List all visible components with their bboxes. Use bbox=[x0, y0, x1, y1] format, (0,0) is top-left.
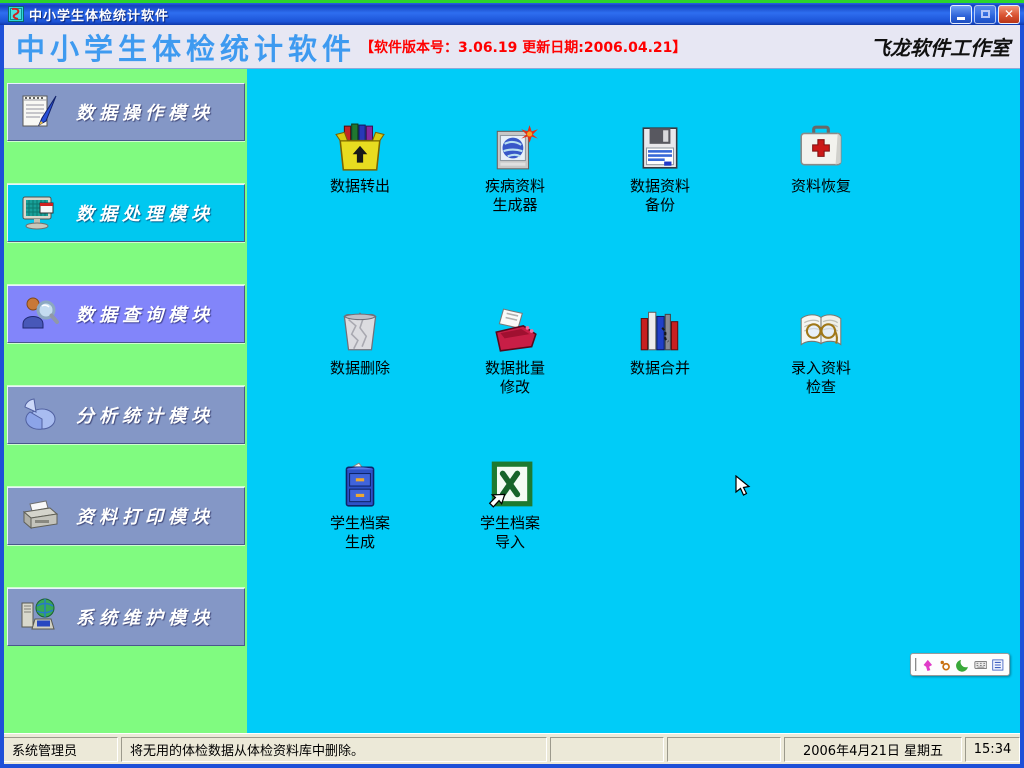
window-border bbox=[0, 25, 4, 768]
window-controls: ✕ bbox=[950, 5, 1020, 24]
launch-item-data-backup[interactable]: 数据资料 备份 bbox=[600, 123, 720, 215]
sidebar-item-label: 系统维护模块 bbox=[76, 604, 214, 630]
app-logo-icon bbox=[8, 6, 24, 22]
monitor-icon bbox=[20, 193, 60, 233]
launch-item-label: 学生档案 bbox=[330, 514, 390, 533]
sidebar-item-data-printing[interactable]: 资料打印模块 bbox=[7, 487, 245, 545]
launch-item-label: 生成 bbox=[330, 533, 390, 552]
person-search-icon bbox=[20, 294, 60, 334]
export-box-icon bbox=[335, 123, 385, 173]
launch-item-label: 生成器 bbox=[485, 196, 545, 215]
launch-item-data-delete[interactable]: 数据删除 bbox=[300, 305, 420, 378]
notepad-pen-icon bbox=[20, 92, 60, 132]
launch-item-disease-generator[interactable]: 疾病资料 生成器 bbox=[455, 123, 575, 215]
launch-item-archive-generate[interactable]: 学生档案 生成 bbox=[300, 460, 420, 552]
header-banner: 中小学生体检统计软件 【软件版本号：3.06.19 更新日期:2006.04.2… bbox=[4, 25, 1020, 69]
sidebar-item-data-processing[interactable]: 数据处理模块 bbox=[7, 184, 245, 242]
launch-item-label: 备份 bbox=[630, 196, 690, 215]
launch-item-label: 数据转出 bbox=[330, 177, 390, 196]
launch-item-label: 导入 bbox=[480, 533, 540, 552]
close-button[interactable]: ✕ bbox=[998, 5, 1020, 24]
status-panel-empty-2 bbox=[667, 737, 781, 762]
minimize-button[interactable] bbox=[950, 5, 972, 24]
maximize-button[interactable] bbox=[974, 5, 996, 24]
maximize-icon bbox=[981, 10, 990, 18]
launch-item-label: 数据合并 bbox=[630, 359, 690, 378]
sidebar-item-label: 资料打印模块 bbox=[76, 503, 214, 529]
drag-handle[interactable] bbox=[915, 658, 917, 671]
excel-import-icon bbox=[485, 460, 535, 510]
computer-globe-icon bbox=[20, 597, 60, 637]
version-info: 【软件版本号：3.06.19 更新日期:2006.04.21】 bbox=[360, 37, 686, 57]
launch-item-label: 资料恢复 bbox=[791, 177, 851, 196]
sidebar-item-label: 数据操作模块 bbox=[76, 99, 214, 125]
launch-item-label: 数据批量 bbox=[485, 359, 545, 378]
status-hint: 将无用的体检数据从体检资料库中删除。 bbox=[121, 737, 547, 762]
menu-icon[interactable] bbox=[991, 657, 1005, 673]
sidebar-spacer bbox=[7, 343, 245, 386]
launch-item-data-export[interactable]: 数据转出 bbox=[300, 123, 420, 196]
books-merge-icon bbox=[635, 305, 685, 355]
page-title: 中小学生体检统计软件 bbox=[16, 26, 356, 68]
sidebar-item-label: 分析统计模块 bbox=[76, 402, 214, 428]
launch-item-label: 学生档案 bbox=[480, 514, 540, 533]
keyboard-icon[interactable] bbox=[974, 657, 988, 673]
window-border bbox=[1020, 25, 1024, 768]
studio-name: 飞龙软件工作室 bbox=[870, 32, 1010, 61]
book-glasses-icon bbox=[796, 305, 846, 355]
window-title: 中小学生体检统计软件 bbox=[29, 5, 169, 24]
sidebar-item-system-maintenance[interactable]: 系统维护模块 bbox=[7, 588, 245, 646]
launch-item-label: 疾病资料 bbox=[485, 177, 545, 196]
file-cabinet-icon bbox=[335, 460, 385, 510]
launch-item-label: 检查 bbox=[791, 378, 851, 397]
main-workspace: 数据转出 疾病资料 生成器 bbox=[247, 69, 1020, 733]
sidebar-item-data-query[interactable]: 数据查询模块 bbox=[7, 285, 245, 343]
fullwidth-toggle-icon[interactable] bbox=[938, 657, 952, 673]
sidebar-item-label: 数据处理模块 bbox=[76, 200, 214, 226]
window-border bbox=[0, 764, 1024, 768]
status-bar: 系统管理员 将无用的体检数据从体检资料库中删除。 2006年4月21日 星期五 … bbox=[0, 733, 1024, 764]
sidebar-item-data-operation[interactable]: 数据操作模块 bbox=[7, 83, 245, 141]
sidebar-spacer bbox=[7, 545, 245, 588]
floppy-disk-icon bbox=[635, 123, 685, 173]
sidebar-spacer bbox=[7, 141, 245, 184]
ime-logo-icon[interactable] bbox=[921, 657, 935, 673]
ime-language-bar[interactable] bbox=[910, 653, 1010, 676]
batch-modify-icon bbox=[490, 305, 540, 355]
status-date: 2006年4月21日 星期五 bbox=[784, 737, 962, 762]
disease-generator-icon bbox=[490, 123, 540, 173]
first-aid-kit-icon bbox=[796, 123, 846, 173]
sidebar-spacer bbox=[7, 444, 245, 487]
launch-item-batch-modify[interactable]: 数据批量 修改 bbox=[455, 305, 575, 397]
sidebar-item-label: 数据查询模块 bbox=[76, 301, 214, 327]
minimize-icon bbox=[957, 17, 965, 20]
close-icon: ✕ bbox=[1004, 8, 1014, 20]
status-user: 系统管理员 bbox=[3, 737, 118, 762]
mouse-cursor bbox=[734, 475, 756, 497]
launch-item-label: 录入资料 bbox=[791, 359, 851, 378]
application-window: 中小学生体检统计软件 ✕ 中小学生体检统计软件 【软件版本号：3.06.19 更… bbox=[0, 0, 1024, 768]
sidebar-item-analysis-statistics[interactable]: 分析统计模块 bbox=[7, 386, 245, 444]
launch-item-label: 修改 bbox=[485, 378, 545, 397]
trash-can-icon bbox=[335, 305, 385, 355]
sidebar-spacer bbox=[7, 242, 245, 285]
softkeyboard-icon[interactable] bbox=[956, 657, 970, 673]
printer-icon bbox=[20, 496, 60, 536]
status-panel-empty-1 bbox=[550, 737, 664, 762]
title-bar[interactable]: 中小学生体检统计软件 ✕ bbox=[0, 3, 1024, 25]
launch-item-archive-import[interactable]: 学生档案 导入 bbox=[450, 460, 570, 552]
launch-item-input-check[interactable]: 录入资料 检查 bbox=[761, 305, 881, 397]
launch-item-data-restore[interactable]: 资料恢复 bbox=[761, 123, 881, 196]
module-sidebar: 数据操作模块 数据处理模块 数据查询模块 bbox=[4, 69, 247, 733]
status-time: 15:34 bbox=[965, 737, 1020, 762]
launch-item-label: 数据删除 bbox=[330, 359, 390, 378]
launch-item-data-merge[interactable]: 数据合并 bbox=[600, 305, 720, 378]
pie-chart-icon bbox=[20, 395, 60, 435]
launch-item-label: 数据资料 bbox=[630, 177, 690, 196]
